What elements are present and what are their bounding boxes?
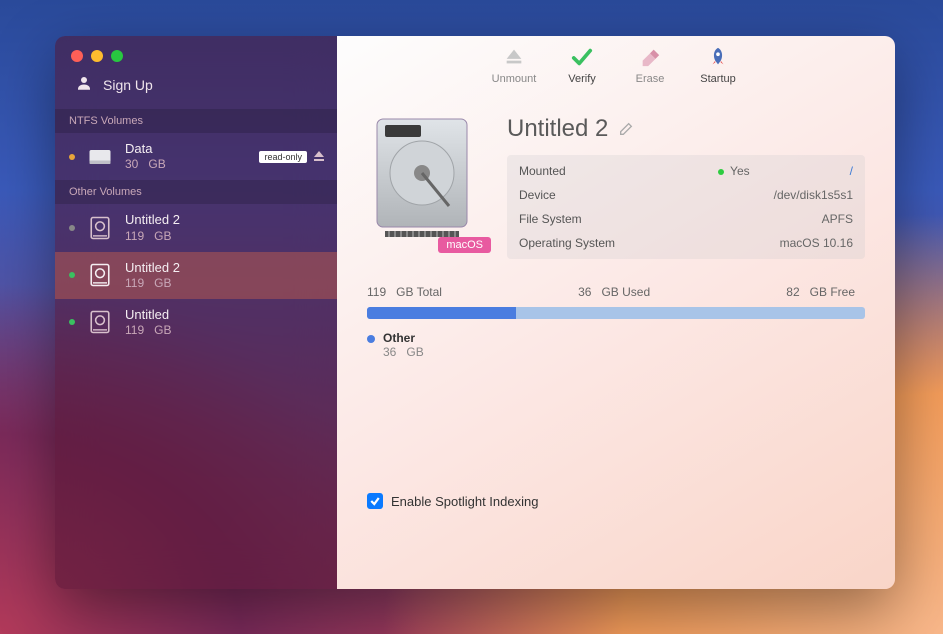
verify-button[interactable]: Verify — [557, 46, 607, 85]
status-dot — [69, 225, 75, 231]
check-icon — [571, 46, 593, 71]
sidebar-item-untitled[interactable]: Untitled 119GB — [55, 299, 337, 346]
toolbar-label: Verify — [568, 73, 596, 85]
volume-text: Untitled 119GB — [125, 307, 323, 338]
sidebar-item-untitled2-b[interactable]: Untitled 2 119GB — [55, 252, 337, 299]
info-value: macOS 10.16 — [780, 236, 853, 250]
user-icon — [75, 74, 93, 95]
hdd-icon — [85, 307, 115, 337]
legend-name: Other — [383, 331, 434, 345]
volume-text: Untitled 2 119GB — [125, 260, 323, 291]
volume-size: 119GB — [125, 323, 323, 338]
toolbar: Unmount Verify Erase Startup — [337, 36, 895, 91]
spotlight-checkbox[interactable] — [367, 493, 383, 509]
main-content: Unmount Verify Erase Startup — [337, 36, 895, 589]
startup-button[interactable]: Startup — [693, 46, 743, 85]
info-value: Yes / — [718, 164, 853, 178]
usage-free: 82GB Free — [786, 285, 865, 299]
mount-point-link[interactable]: / — [850, 164, 853, 178]
info-label: Mounted — [519, 164, 566, 178]
info-label: Device — [519, 188, 556, 202]
sidebar-item-data[interactable]: Data 30GB read-only — [55, 133, 337, 180]
usage-total: 119GB Total — [367, 285, 452, 299]
spotlight-label: Enable Spotlight Indexing — [391, 494, 538, 509]
app-window: Sign Up NTFS Volumes Data 30GB read-only… — [55, 36, 895, 589]
section-header-ntfs: NTFS Volumes — [55, 109, 337, 133]
volume-text: Untitled 2 119GB — [125, 212, 323, 243]
volume-size: 119GB — [125, 229, 323, 244]
info-row-filesystem: File System APFS — [507, 207, 865, 231]
toolbar-label: Erase — [636, 73, 665, 85]
info-row-os: Operating System macOS 10.16 — [507, 231, 865, 255]
traffic-lights — [55, 36, 337, 66]
external-disk-icon — [85, 142, 115, 172]
edit-icon[interactable] — [618, 121, 634, 137]
sign-up-button[interactable]: Sign Up — [55, 66, 337, 109]
close-window-button[interactable] — [71, 50, 83, 62]
detail-header: macOS Untitled 2 Mounted Yes — [337, 91, 895, 259]
volume-name: Untitled — [125, 307, 323, 323]
usage-bar — [367, 307, 865, 319]
volume-name: Untitled 2 — [125, 212, 323, 228]
minimize-window-button[interactable] — [91, 50, 103, 62]
spotlight-toggle-row: Enable Spotlight Indexing — [337, 493, 895, 509]
section-header-other: Other Volumes — [55, 180, 337, 204]
eject-icon — [503, 46, 525, 71]
info-row-device: Device /dev/disk1s5s1 — [507, 183, 865, 207]
status-dot — [69, 319, 75, 325]
sidebar-item-untitled2-a[interactable]: Untitled 2 119GB — [55, 204, 337, 251]
volume-title: Untitled 2 — [507, 115, 608, 143]
legend-text: Other 36GB — [383, 331, 434, 359]
usage-legend: Other 36GB — [367, 331, 865, 359]
eraser-icon — [639, 46, 661, 71]
volume-size: 119GB — [125, 276, 323, 291]
info-label: File System — [519, 212, 582, 226]
info-row-mounted: Mounted Yes / — [507, 159, 865, 183]
info-value: /dev/disk1s5s1 — [774, 188, 853, 202]
info-label: Operating System — [519, 236, 615, 250]
sign-up-label: Sign Up — [103, 77, 153, 93]
volume-illustration: macOS — [367, 111, 487, 259]
erase-button[interactable]: Erase — [625, 46, 675, 85]
status-dot — [69, 272, 75, 278]
usage-stats: 119GB Total 36GB Used 82GB Free — [367, 285, 865, 299]
eject-icon[interactable] — [313, 151, 325, 163]
rocket-icon — [707, 46, 729, 71]
zoom-window-button[interactable] — [111, 50, 123, 62]
legend-amount: 36GB — [383, 345, 434, 359]
toolbar-label: Unmount — [492, 73, 537, 85]
toolbar-label: Startup — [700, 73, 735, 85]
readonly-badge: read-only — [259, 151, 307, 163]
status-dot — [69, 154, 75, 160]
info-table: Mounted Yes / Device /dev/disk1s5s1 — [507, 155, 865, 259]
os-tag: macOS — [438, 237, 491, 253]
status-dot-icon — [718, 169, 724, 175]
unmount-button[interactable]: Unmount — [489, 46, 539, 85]
hdd-icon — [85, 260, 115, 290]
legend-dot-icon — [367, 335, 375, 343]
usage-segment-other — [367, 307, 516, 319]
detail-info: Untitled 2 Mounted Yes / — [507, 111, 865, 259]
usage-used: 36GB Used — [578, 285, 660, 299]
info-value: APFS — [822, 212, 853, 226]
usage-section: 119GB Total 36GB Used 82GB Free Other 36… — [337, 259, 895, 359]
hdd-icon — [85, 213, 115, 243]
volume-name: Untitled 2 — [125, 260, 323, 276]
sidebar: Sign Up NTFS Volumes Data 30GB read-only… — [55, 36, 337, 589]
